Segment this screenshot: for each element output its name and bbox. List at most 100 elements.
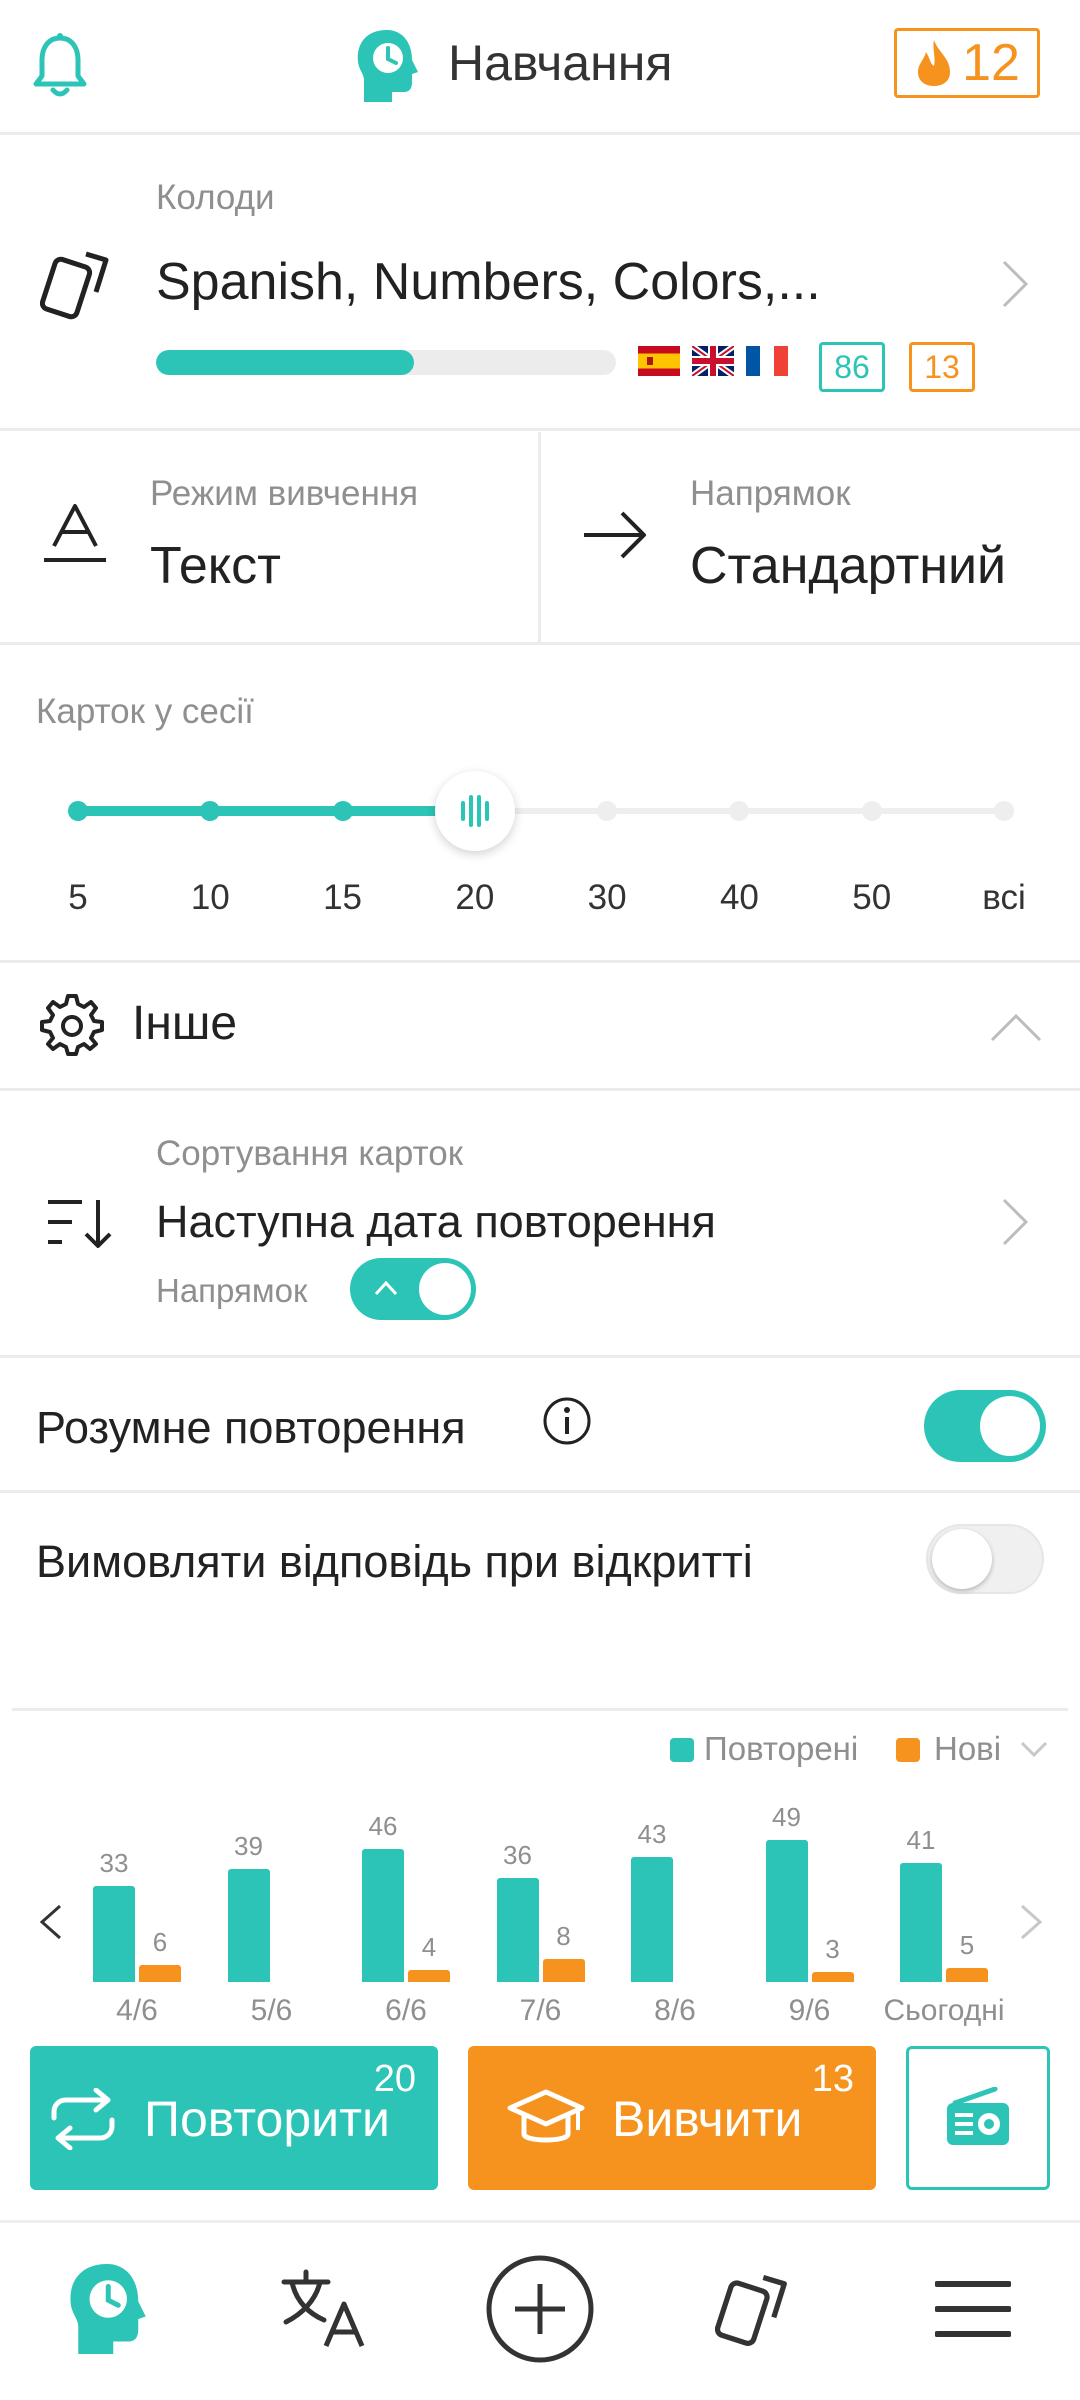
repeat-icon <box>51 2088 115 2150</box>
streak-count: 12 <box>962 34 1020 92</box>
bar-reviewed <box>93 1886 135 1982</box>
other-section-label: Інше <box>132 997 238 1050</box>
x-axis-label: 8/6 <box>654 1994 696 2027</box>
page-title: Навчання <box>448 35 673 91</box>
bar-value-label: 6 <box>152 1926 168 1957</box>
decks-label: Колоди <box>156 178 275 217</box>
slider-tick-label: 50 <box>852 878 892 917</box>
nav-add[interactable] <box>485 2254 595 2364</box>
slider-tick-label: всі <box>982 878 1026 917</box>
review-button-label: Повторити <box>144 2091 390 2147</box>
cards-icon <box>40 251 109 320</box>
bar-value-label: 4 <box>421 1932 437 1963</box>
sort-direction-label: Напрямок <box>156 1272 308 1309</box>
x-axis-label: 4/6 <box>116 1994 158 2027</box>
speak-answer-toggle[interactable] <box>926 1524 1044 1594</box>
x-axis-label: 7/6 <box>519 1994 562 2027</box>
sort-descending-icon <box>48 1200 112 1248</box>
spain-flag-icon <box>638 346 680 376</box>
smart-repeat-label: Розумне повторення <box>36 1402 466 1453</box>
legend-new-label: Нові <box>934 1730 1002 1767</box>
chevron-right-icon[interactable] <box>1018 1904 1044 1940</box>
bar-value-label: 43 <box>637 1819 667 1850</box>
app-logo-icon <box>357 30 418 102</box>
chevron-down-icon[interactable] <box>1020 1740 1048 1758</box>
graduation-cap-icon <box>507 2089 585 2143</box>
slider-stop[interactable] <box>597 801 618 821</box>
review-button[interactable]: Повторити 20 <box>30 2046 438 2190</box>
card-sorting-value: Наступна дата повторення <box>156 1196 716 1247</box>
speak-answer-label: Вимовляти відповідь при відкритті <box>36 1536 753 1587</box>
chevron-left-icon[interactable] <box>38 1904 64 1940</box>
x-axis-label: 9/6 <box>788 1994 831 2027</box>
legend-reviewed-label: Повторені <box>704 1730 859 1767</box>
slider-tick-label: 5 <box>68 878 88 917</box>
text-mode-icon <box>44 504 106 562</box>
bar-value-label: 46 <box>368 1810 398 1841</box>
smart-repeat-toggle[interactable] <box>924 1390 1046 1462</box>
bar-new <box>408 1970 450 1982</box>
deck-progress-fill <box>156 350 414 375</box>
toggle-knob <box>980 1396 1040 1456</box>
bar-new <box>811 1972 854 1982</box>
slider-tick-label: 30 <box>587 878 627 917</box>
bar-new <box>542 1958 585 1982</box>
nav-decks[interactable] <box>702 2254 812 2364</box>
menu-icon <box>935 2281 1011 2337</box>
review-button-count: 20 <box>373 2058 416 2100</box>
chevron-up-icon <box>990 1013 1042 1042</box>
nav-translate[interactable] <box>270 2254 380 2364</box>
bar-value-label: 8 <box>556 1920 571 1951</box>
bar-reviewed <box>362 1848 404 1982</box>
card-sorting-row[interactable] <box>0 1091 1080 1291</box>
streak-badge[interactable]: 12 <box>894 28 1040 98</box>
toggle-knob <box>932 1529 992 1589</box>
cards-icon <box>715 2274 787 2346</box>
translate-icon <box>281 2269 365 2347</box>
slider-tick-label: 40 <box>719 878 759 917</box>
review-count-badge: 86 <box>819 342 885 392</box>
nav-study[interactable] <box>52 2254 162 2364</box>
bar-new <box>139 1964 181 1982</box>
info-icon[interactable] <box>542 1396 592 1446</box>
bar-value-label: 39 <box>234 1830 263 1861</box>
sort-direction-toggle[interactable] <box>350 1258 476 1320</box>
bar-value-label: 33 <box>99 1848 129 1879</box>
flame-icon <box>918 40 951 86</box>
bell-icon[interactable] <box>30 30 90 100</box>
learn-button-count: 13 <box>811 2058 854 2100</box>
legend-reviewed-swatch <box>670 1738 694 1762</box>
add-circle-icon <box>486 2255 594 2363</box>
bar-value-label: 49 <box>772 1801 801 1832</box>
slider-stop[interactable] <box>994 801 1014 821</box>
bar-value-label: 5 <box>959 1929 975 1960</box>
bar-value-label: 41 <box>906 1825 936 1856</box>
learn-button-label: Вивчити <box>612 2091 803 2147</box>
slider-stop[interactable] <box>332 801 353 821</box>
chevron-right-icon <box>1002 1198 1029 1246</box>
slider-tick-label: 10 <box>190 878 230 917</box>
decks-title: Spanish, Numbers, Colors,... <box>156 253 821 311</box>
study-mode-label: Режим вивчення <box>150 474 419 513</box>
slider-stop[interactable] <box>861 801 882 821</box>
slider-tick-label: 20 <box>455 878 495 917</box>
direction-label: Напрямок <box>690 474 851 513</box>
slider-tick-label: 15 <box>323 878 363 917</box>
slider-track-fill <box>78 806 475 816</box>
card-sorting-label: Сортування карток <box>156 1134 464 1173</box>
nav-menu[interactable] <box>918 2254 1028 2364</box>
radio-mode-button[interactable] <box>906 2046 1050 2190</box>
bar-new <box>946 1967 988 1982</box>
toggle-knob <box>419 1263 471 1315</box>
deck-progress-bar <box>156 350 616 375</box>
slider-stop[interactable] <box>68 801 88 821</box>
gear-icon <box>40 994 104 1056</box>
slider-grip-icon <box>460 795 489 827</box>
learn-button[interactable]: Вивчити 13 <box>468 2046 876 2190</box>
slider-thumb[interactable] <box>434 771 515 851</box>
france-flag-icon <box>746 346 788 376</box>
x-axis-label: 6/6 <box>385 1994 427 2027</box>
brain-clock-icon <box>70 2264 146 2354</box>
bar-reviewed <box>496 1877 539 1982</box>
chevron-up-icon <box>374 1280 398 1296</box>
